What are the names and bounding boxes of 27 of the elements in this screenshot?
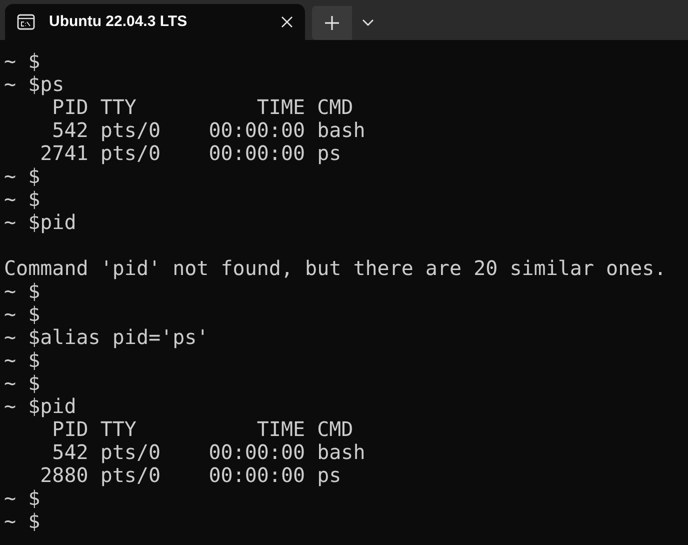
prompt-line: ~ $	[4, 371, 40, 395]
close-icon[interactable]	[281, 16, 293, 28]
prompt-line: ~ $	[4, 49, 40, 73]
prompt-line: ~ $	[4, 187, 40, 211]
chevron-icon	[362, 19, 374, 27]
output-line: 2880 pts/0 00:00:00 ps	[39, 463, 342, 487]
new-tab-button[interactable]	[312, 6, 352, 40]
prompt-line: ~ $pid	[4, 394, 76, 418]
prompt-line: ~ $	[4, 279, 40, 303]
output-line: PID TTY TIME CMD	[52, 417, 354, 441]
terminal-icon	[17, 14, 35, 30]
terminal-tab[interactable]: Ubuntu 22.04.3 LTS	[5, 4, 305, 40]
output-line: PID TTY TIME CMD	[52, 95, 354, 119]
prompt-line: ~ $ps	[4, 72, 64, 96]
output-line: 2741 pts/0 00:00:00 ps	[39, 141, 342, 165]
prompt-line: ~ $	[4, 348, 40, 372]
output-line: 542 pts/0 00:00:00 bash	[51, 118, 366, 142]
prompt-line: ~ $pid	[4, 210, 76, 234]
output-line: Command 'pid' not found, but there are 20 similar ones.	[4, 256, 666, 280]
prompt-line: ~ $alias pid='ps'	[4, 325, 209, 349]
prompt-line: ~ $	[4, 486, 40, 510]
tab-title: Ubuntu 22.04.3 LTS	[49, 12, 188, 32]
prompt-line: ~ $	[4, 509, 40, 533]
prompt-line: ~ $	[4, 302, 40, 326]
prompt-line: ~ $	[4, 164, 40, 188]
output-line: 542 pts/0 00:00:00 bash	[51, 440, 366, 464]
plus-icon	[325, 16, 339, 30]
